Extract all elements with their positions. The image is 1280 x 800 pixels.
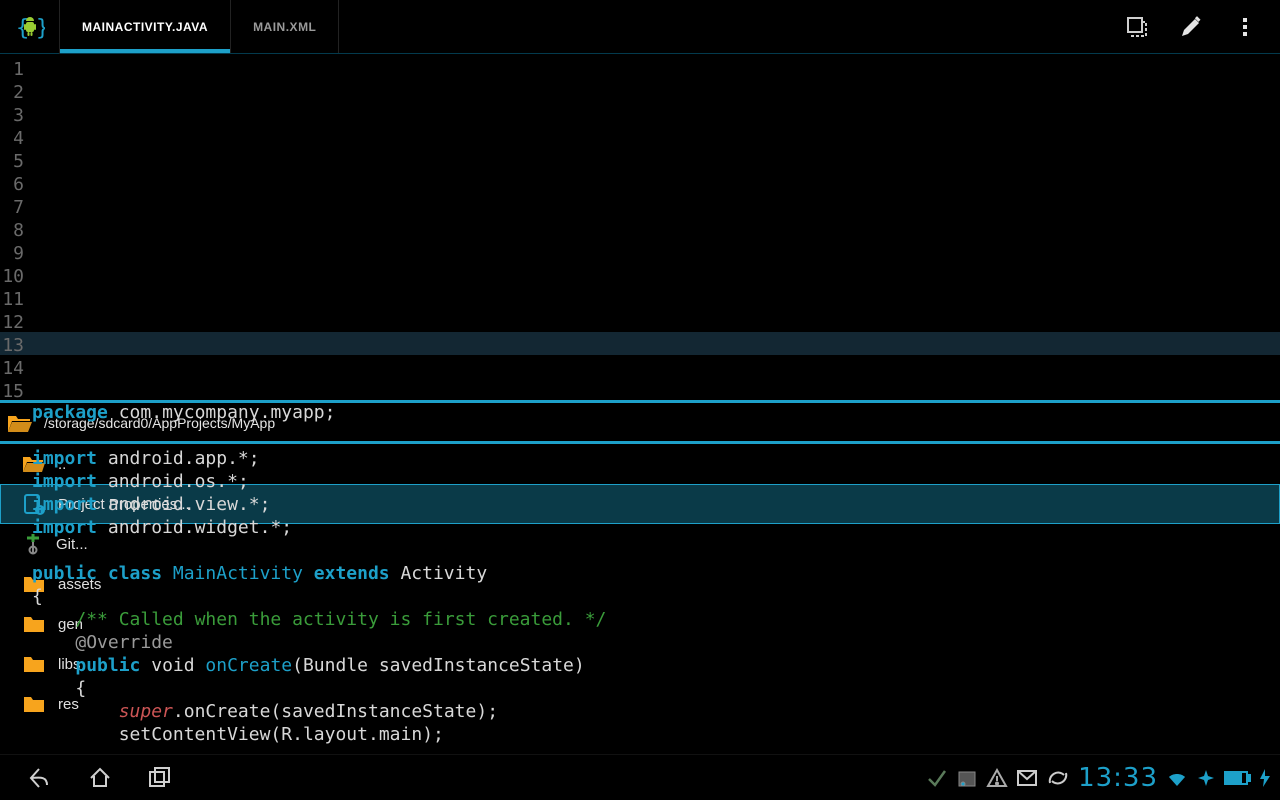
home-button[interactable] <box>70 755 130 800</box>
warning-icon <box>986 767 1008 789</box>
svg-text:}: } <box>36 16 45 41</box>
code-line[interactable]: { <box>32 677 1280 700</box>
wifi-icon <box>1166 767 1188 789</box>
code-line[interactable]: { <box>32 585 1280 608</box>
code-editor[interactable]: 123456789101112131415package com.mycompa… <box>0 54 1280 403</box>
status-time: 13:33 <box>1078 765 1158 791</box>
code-line[interactable]: import android.view.*; <box>32 493 1280 516</box>
code-line[interactable]: import android.os.*; <box>32 470 1280 493</box>
code-line[interactable] <box>32 539 1280 562</box>
code-line[interactable]: /** Called when the activity is first cr… <box>32 608 1280 631</box>
check-icon <box>926 767 948 789</box>
sync-icon <box>1046 767 1070 789</box>
gmail-icon <box>1016 767 1038 789</box>
tab-label: MAIN.XML <box>253 21 316 33</box>
system-bar: 13:33 <box>0 754 1280 800</box>
code-body[interactable]: package com.mycompany.myapp; import andr… <box>32 401 1280 746</box>
tab-label: MAINACTIVITY.JAVA <box>82 21 208 33</box>
airplane-mode-icon <box>1196 768 1216 788</box>
code-line[interactable]: super.onCreate(savedInstanceState); <box>32 700 1280 723</box>
tabs: MAINACTIVITY.JAVA MAIN.XML <box>60 0 339 53</box>
code-line[interactable]: package com.mycompany.myapp; <box>32 401 1280 424</box>
current-line-highlight <box>0 332 1280 355</box>
code-line[interactable]: import android.widget.*; <box>32 516 1280 539</box>
code-line[interactable]: import android.app.*; <box>32 447 1280 470</box>
code-line[interactable] <box>32 424 1280 447</box>
code-line[interactable]: @Override <box>32 631 1280 654</box>
code-line[interactable]: public void onCreate(Bundle savedInstanc… <box>32 654 1280 677</box>
tab-bar: { } MAINACTIVITY.JAVA MAIN.XML <box>0 0 1280 54</box>
line-number-gutter: 123456789101112131415 <box>0 58 24 403</box>
code-line[interactable]: public class MainActivity extends Activi… <box>32 562 1280 585</box>
battery-icon <box>1224 769 1252 787</box>
app-icon[interactable]: { } <box>0 0 60 54</box>
code-line[interactable]: setContentView(R.layout.main); <box>32 723 1280 746</box>
run-button[interactable] <box>1114 4 1160 50</box>
tab-main-xml[interactable]: MAIN.XML <box>231 0 339 53</box>
build-icon <box>956 767 978 789</box>
overflow-menu-button[interactable] <box>1222 4 1268 50</box>
folder-open-icon <box>6 412 34 434</box>
back-button[interactable] <box>10 755 70 800</box>
recent-apps-button[interactable] <box>130 755 190 800</box>
charging-icon <box>1260 769 1270 787</box>
tab-mainactivity-java[interactable]: MAINACTIVITY.JAVA <box>60 0 231 53</box>
edit-button[interactable] <box>1168 4 1214 50</box>
